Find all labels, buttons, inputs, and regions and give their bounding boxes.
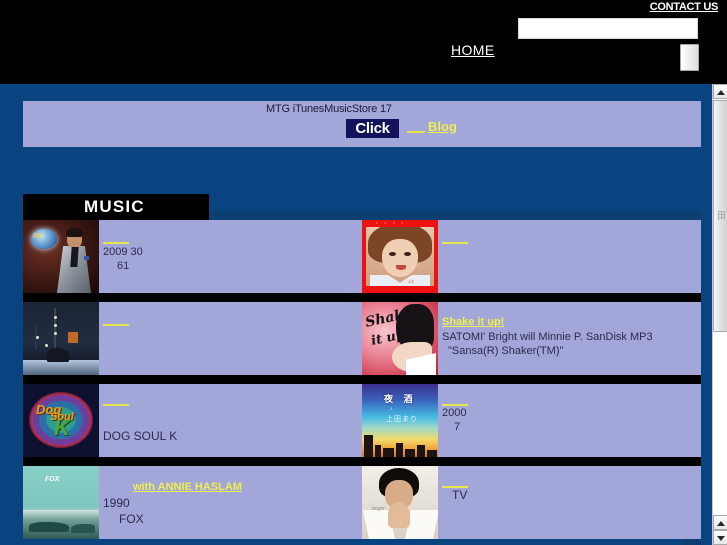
banner-caption: MTG iTunesMusicStore 17	[266, 103, 392, 115]
section-heading-music: MUSIC	[23, 194, 209, 220]
album-thumbnail[interactable]: • • • • ♪♪	[362, 220, 438, 293]
table-row: MC 2009 30 61 • • • • ♪♪	[23, 220, 701, 293]
page-viewport: MTG iTunesMusicStore 17 Click Blog MUSIC…	[0, 84, 712, 545]
row-cell-left[interactable]	[23, 302, 362, 375]
album-thumbnail[interactable]: - - - - - FOX	[23, 466, 99, 539]
album-thumbnail[interactable]: Dog Soul K	[23, 384, 99, 457]
vertical-scrollbar[interactable]	[712, 84, 727, 545]
table-row: - - - - - FOX with ANNIE HASLAM 1990 FOX …	[23, 466, 701, 539]
row-separator	[23, 457, 701, 466]
section-heading-label: MUSIC	[84, 197, 145, 216]
scrollbar-thumb[interactable]	[713, 100, 727, 332]
row-title-link[interactable]: with ANNIE HASLAM	[133, 480, 242, 494]
chevron-up-icon	[717, 521, 725, 526]
heading-strip	[209, 211, 701, 220]
banner-divider-dash	[407, 131, 425, 133]
row-cell-left[interactable]: Dog Soul K DOG SOUL K	[23, 384, 362, 457]
search-input[interactable]	[518, 18, 698, 39]
row-cell-right[interactable]: bright TV	[362, 466, 701, 539]
row-line-2: 7	[454, 421, 461, 433]
chevron-down-icon	[717, 536, 725, 541]
table-row: Shake it up! Shake it up! SATOMI' Bright …	[23, 302, 701, 375]
row-line-1: TV	[452, 488, 468, 502]
row-cell-right[interactable]: • • • • ♪♪	[362, 220, 701, 293]
row-cell-left[interactable]: MC 2009 30 61	[23, 220, 362, 293]
scroll-up-button[interactable]	[713, 84, 727, 99]
row-cell-right[interactable]: 夜 酒 ♪ 上田まり 2000 7	[362, 384, 701, 457]
table-row: Dog Soul K DOG SOUL K 夜 酒 ♪ 上田まり 2000 7	[23, 384, 701, 457]
row-link-dash[interactable]	[442, 242, 468, 245]
scroll-up-button-secondary[interactable]	[713, 515, 727, 530]
top-header-bar: CONTACT US HOME	[0, 0, 727, 84]
click-button[interactable]: Click	[346, 119, 399, 138]
scrollbar-grip-icon	[718, 211, 725, 220]
album-thumbnail[interactable]: 夜 酒 ♪ 上田まり	[362, 384, 438, 457]
scroll-down-button[interactable]	[713, 530, 727, 545]
row-line-1: 2000	[442, 407, 467, 419]
row-line-2: FOX	[119, 512, 144, 526]
row-text: DOG SOUL K	[103, 384, 362, 457]
row-line-1: SATOMI' Bright will Minnie P. SanDisk MP…	[442, 331, 653, 343]
contact-us-link[interactable]: CONTACT US	[650, 1, 719, 13]
row-text: 2009 30 61	[103, 220, 362, 293]
row-line-2: "Sansa(R) Shaker(TM)"	[448, 345, 564, 357]
search-submit-button[interactable]	[680, 44, 699, 71]
row-text: with ANNIE HASLAM 1990 FOX	[103, 466, 362, 539]
row-line-2: DOG SOUL K	[103, 429, 178, 443]
row-separator	[23, 375, 701, 384]
row-line-1: 2009 30	[103, 246, 143, 258]
row-text: 2000 7	[442, 384, 701, 457]
album-thumbnail[interactable]: bright	[362, 466, 438, 539]
album-thumbnail[interactable]	[23, 302, 99, 375]
blog-link[interactable]: Blog	[428, 119, 457, 134]
row-line-2: 61	[117, 260, 130, 272]
album-thumbnail[interactable]: Shake it up!	[362, 302, 438, 375]
row-text: TV	[442, 466, 701, 539]
row-separator	[23, 293, 701, 302]
album-thumbnail[interactable]: MC	[23, 220, 99, 293]
row-link-dash[interactable]	[103, 404, 129, 407]
row-line-1: 1990	[103, 496, 130, 510]
row-text	[103, 302, 362, 375]
row-text	[442, 220, 701, 293]
row-link-dash[interactable]	[103, 324, 129, 327]
home-link[interactable]: HOME	[451, 42, 495, 58]
row-title-link[interactable]: Shake it up!	[442, 315, 504, 329]
row-cell-right[interactable]: Shake it up! Shake it up! SATOMI' Bright …	[362, 302, 701, 375]
row-text: Shake it up! SATOMI' Bright will Minnie …	[442, 302, 701, 375]
chevron-up-icon	[717, 90, 725, 95]
row-cell-left[interactable]: - - - - - FOX with ANNIE HASLAM 1990 FOX	[23, 466, 362, 539]
promo-banner: MTG iTunesMusicStore 17 Click Blog	[23, 101, 701, 147]
row-link-dash[interactable]	[103, 242, 129, 245]
